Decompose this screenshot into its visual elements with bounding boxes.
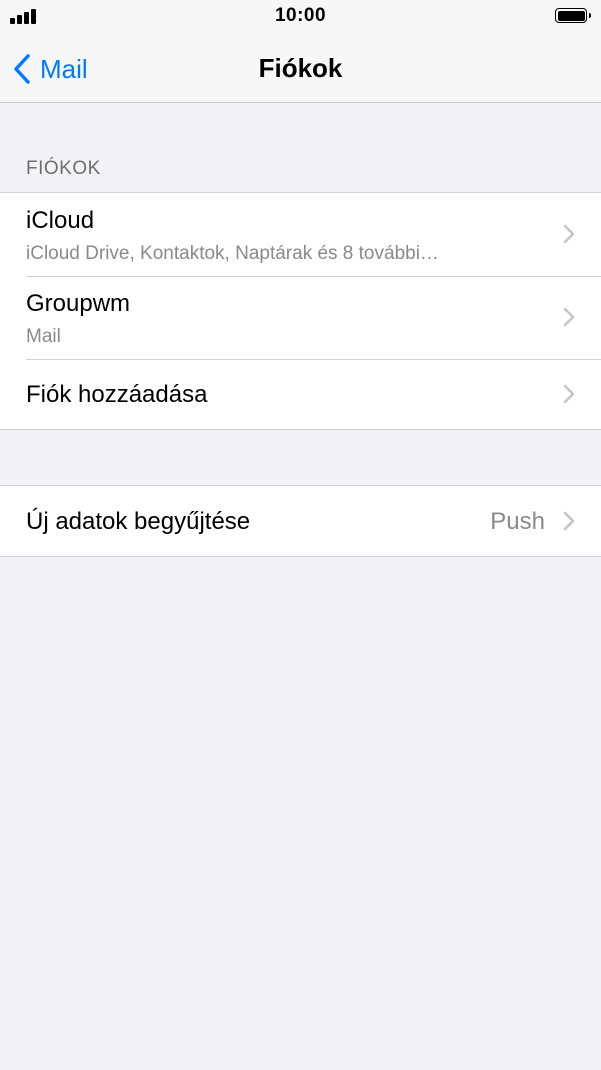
- account-subtitle: iCloud Drive, Kontaktok, Naptárak és 8 t…: [26, 243, 439, 264]
- fetch-group: Új adatok begyűjtése Push: [0, 485, 601, 557]
- add-account-label: Fiók hozzáadása: [26, 381, 208, 408]
- status-time: 10:00: [274, 5, 327, 26]
- accounts-group: iCloud iCloud Drive, Kontaktok, Naptárak…: [0, 192, 601, 430]
- account-title: iCloud: [26, 207, 95, 234]
- add-account-row[interactable]: Fiók hozzáadása: [0, 359, 601, 429]
- accounts-section-header: FIÓKOK: [26, 158, 101, 179]
- account-title: Groupwm: [26, 290, 131, 317]
- chevron-right-icon: [563, 307, 575, 327]
- account-subtitle: Mail: [26, 326, 61, 347]
- chevron-right-icon: [563, 384, 575, 404]
- chevron-right-icon: [563, 511, 575, 531]
- page-title: Fiókok: [258, 53, 343, 83]
- fetch-new-data-value: Push: [490, 508, 545, 535]
- status-bar: 10:00: [0, 0, 601, 34]
- chevron-right-icon: [563, 224, 575, 244]
- account-row-icloud[interactable]: iCloud iCloud Drive, Kontaktok, Naptárak…: [0, 193, 601, 276]
- fetch-new-data-row[interactable]: Új adatok begyűjtése Push: [0, 486, 601, 556]
- account-row-groupwm[interactable]: Groupwm Mail: [0, 276, 601, 359]
- battery-icon: [555, 8, 591, 23]
- fetch-new-data-label: Új adatok begyűjtése: [26, 508, 251, 535]
- navigation-bar: Mail Fiókok: [0, 34, 601, 103]
